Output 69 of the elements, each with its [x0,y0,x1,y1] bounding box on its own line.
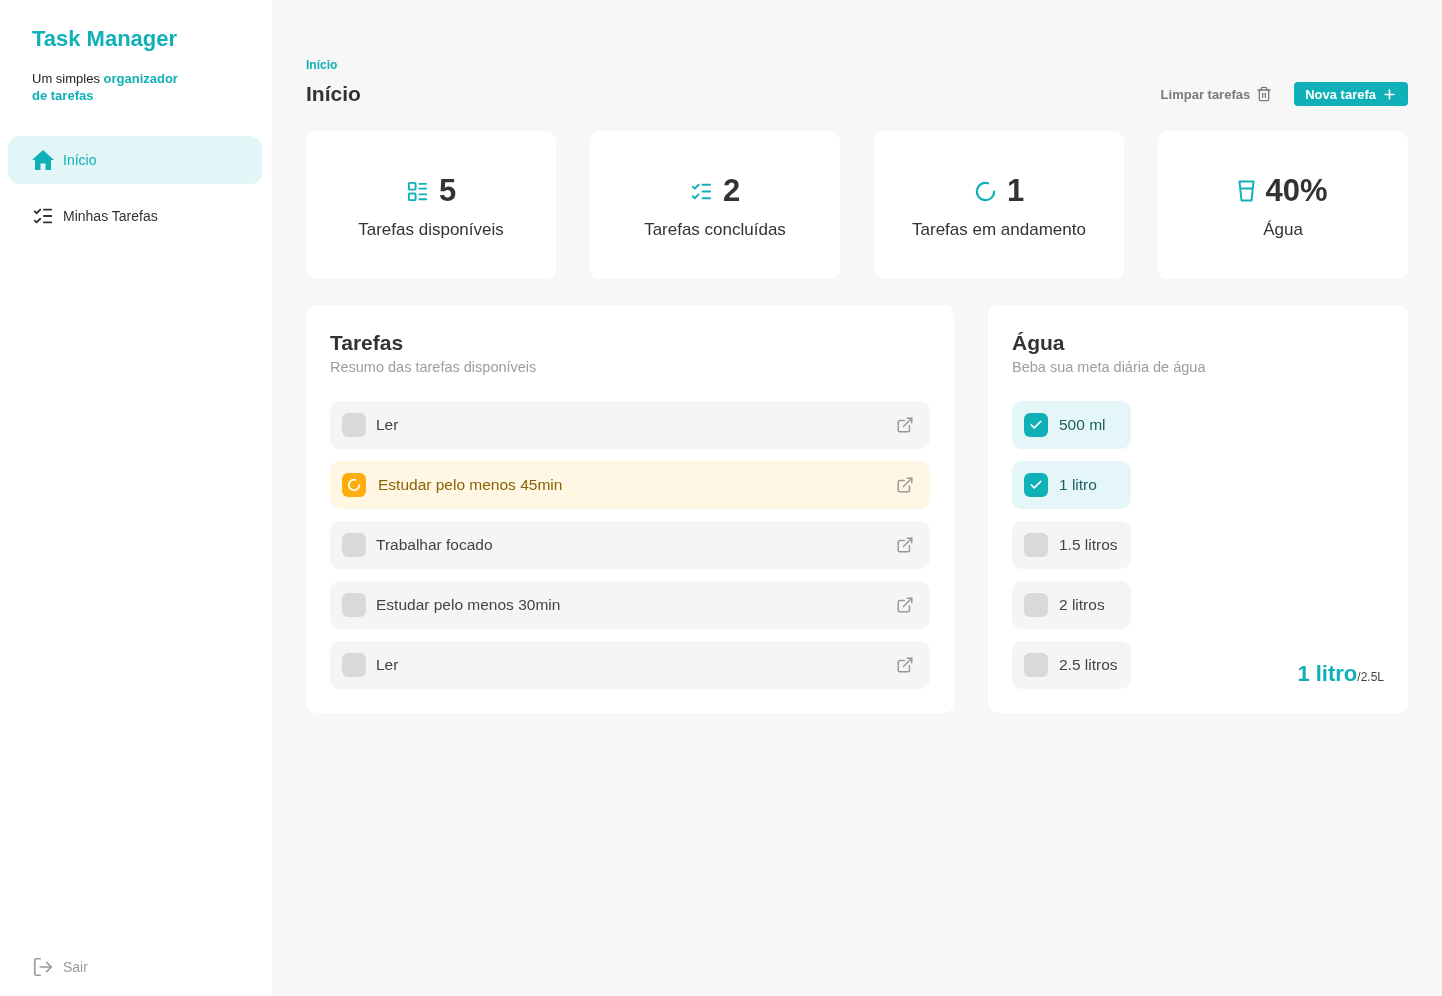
external-link-icon [896,536,914,554]
task-status-checkbox[interactable] [342,593,366,617]
water-checkbox[interactable] [1024,473,1048,497]
external-link-icon [896,476,914,494]
task-row[interactable]: Trabalhar focado [330,521,930,569]
task-status-checkbox[interactable] [342,653,366,677]
spinner-icon [973,179,997,203]
logout-icon [32,956,54,978]
cup-icon [1238,180,1256,202]
water-checkbox[interactable] [1024,413,1048,437]
water-option-label: 1 litro [1059,476,1097,494]
check-icon [1029,418,1043,432]
external-link-icon [896,656,914,674]
open-task-button[interactable] [896,596,914,614]
water-option-label: 2.5 litros [1059,656,1118,674]
water-total: 1 litro [1297,661,1358,687]
spinner-icon [347,478,361,492]
open-task-button[interactable] [896,416,914,434]
task-status-checkbox[interactable] [342,473,366,497]
stat-value: 40% [1265,174,1328,208]
clear-tasks-button[interactable]: Limpar tarefas [1160,86,1273,102]
task-title: Trabalhar focado [376,536,493,554]
stat-value: 1 [1006,174,1025,208]
task-title: Estudar pelo menos 45min [377,476,563,494]
app-subtitle: Um simples organizador de tarefas [32,70,179,104]
open-task-button[interactable] [896,656,914,674]
home-icon [32,150,54,170]
water-checkbox[interactable] [1024,593,1048,617]
plus-icon [1382,86,1397,102]
water-option-label: 1.5 litros [1059,536,1118,554]
task-status-checkbox[interactable] [342,413,366,437]
task-row[interactable]: Ler [330,641,930,689]
task-row[interactable]: Estudar pelo menos 45min [330,461,930,509]
stat-value: 5 [438,174,457,208]
open-task-button[interactable] [896,476,914,494]
external-link-icon [896,596,914,614]
water-option[interactable]: 500 ml [1012,401,1131,449]
water-option-label: 500 ml [1059,416,1106,434]
page-title: Início [306,82,361,106]
panel-title: Tarefas [330,331,404,355]
app-title: Task Manager [32,26,178,52]
task-title: Ler [376,416,399,434]
task-title: Estudar pelo menos 30min [376,596,561,614]
water-option[interactable]: 1 litro [1012,461,1131,509]
panel-subtitle: Beba sua meta diária de água [1012,358,1206,376]
open-task-button[interactable] [896,536,914,554]
trash-icon [1256,86,1273,102]
stat-label: Água [1263,220,1303,240]
task-title: Ler [376,656,399,674]
water-option-label: 2 litros [1059,596,1105,614]
water-option[interactable]: 2.5 litros [1012,641,1131,689]
list-icon [405,179,429,203]
task-row[interactable]: Ler [330,401,930,449]
water-checkbox[interactable] [1024,533,1048,557]
stat-label: Tarefas disponíveis [358,220,504,240]
stat-label: Tarefas em andamento [912,220,1086,240]
water-option[interactable]: 1.5 litros [1012,521,1131,569]
external-link-icon [896,416,914,434]
water-checkbox[interactable] [1024,653,1048,677]
stat-value: 2 [722,174,741,208]
water-goal: /2.5L [1357,670,1384,684]
nav-item[interactable]: Minhas Tarefas [8,192,262,240]
panel-subtitle: Resumo das tarefas disponíveis [330,358,537,376]
water-option[interactable]: 2 litros [1012,581,1131,629]
task-row[interactable]: Estudar pelo menos 30min [330,581,930,629]
task-status-checkbox[interactable] [342,533,366,557]
stat-label: Tarefas concluídas [644,220,786,240]
check-icon [1029,478,1043,492]
panel-title: Água [1012,331,1065,355]
